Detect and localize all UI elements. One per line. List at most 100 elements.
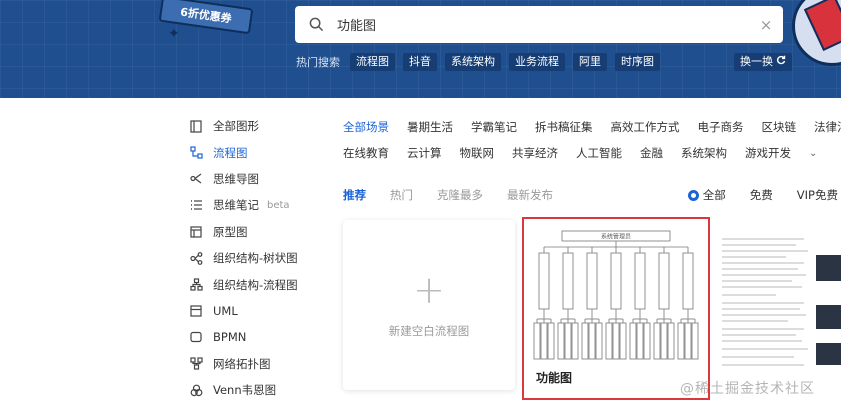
filter-bar: 推荐 热门 克隆最多 最新发布 全部 免费 VIP免费	[343, 185, 838, 205]
sidebar-item-notes[interactable]: 思维笔记 beta	[188, 192, 318, 218]
flowchart-icon	[188, 145, 204, 161]
mindmap-icon	[188, 171, 204, 187]
hot-chip[interactable]: 流程图	[350, 53, 395, 71]
category-tag[interactable]: 区块链	[762, 119, 797, 135]
thumbnail-shape	[634, 252, 646, 310]
hot-chip[interactable]: 系统架构	[445, 53, 501, 71]
thumbnail-shape	[581, 322, 589, 360]
category-tag[interactable]: 暑期生活	[407, 119, 453, 135]
sort-recommend[interactable]: 推荐	[343, 187, 366, 203]
hot-search-label: 热门搜索	[296, 56, 340, 69]
category-tag[interactable]: 共享经济	[512, 145, 558, 161]
sidebar-item-label: 思维导图	[213, 171, 259, 186]
sidebar-item-bpmn[interactable]: BPMN	[188, 324, 318, 350]
sort-latest[interactable]: 最新发布	[507, 187, 553, 203]
thumbnail-shape	[564, 322, 572, 360]
search-bar[interactable]: ×	[295, 6, 783, 43]
sidebar-item-label: 全部图形	[213, 119, 259, 134]
sidebar-item-org-flow[interactable]: 组织结构-流程图	[188, 271, 318, 297]
thumbnail-shape	[619, 322, 627, 360]
scene-categories: 全部场景 暑期生活 学霸笔记 拆书稿征集 高效工作方式 电子商务 区块链 法律法…	[343, 114, 841, 166]
category-tag[interactable]: 云计算	[407, 145, 442, 161]
template-card-document[interactable]	[716, 217, 841, 401]
list-icon	[188, 197, 204, 213]
template-card-function-diagram[interactable]: 系统管理员 功能图	[522, 217, 710, 400]
category-row: 全部场景 暑期生活 学霸笔记 拆书稿征集 高效工作方式 电子商务 区块链 法律法…	[343, 114, 841, 140]
search-input[interactable]	[337, 17, 749, 32]
radio-selected-icon	[687, 189, 699, 201]
function-diagram-thumbnail: 系统管理员	[533, 230, 699, 360]
category-tag[interactable]: 学霸笔记	[471, 119, 517, 135]
watermark-text: @稀土掘金技术社区	[680, 381, 815, 397]
doc-icon	[188, 118, 204, 134]
sidebar-item-mindmap[interactable]: 思维导图	[188, 166, 318, 192]
price-free-option[interactable]: 免费	[750, 187, 773, 203]
thumbnail-shape	[540, 322, 548, 360]
category-tag[interactable]: 在线教育	[343, 145, 389, 161]
sidebar-item-prototype[interactable]: 原型图	[188, 219, 318, 245]
thumbnail-shape	[586, 252, 598, 310]
sort-most-cloned[interactable]: 克隆最多	[437, 187, 483, 203]
sidebar-item-label: 组织结构-树状图	[213, 251, 298, 266]
category-tag[interactable]: 物联网	[460, 145, 495, 161]
clear-icon[interactable]: ×	[749, 16, 783, 34]
sort-hot[interactable]: 热门	[390, 187, 413, 203]
thumbnail-shape	[653, 322, 661, 360]
sidebar-item-label: Venn韦恩图	[213, 383, 277, 398]
thumbnail-shape	[643, 322, 651, 360]
sidebar-item-org-tree[interactable]: 组织结构-树状图	[188, 245, 318, 271]
thumbnail-shape	[612, 322, 620, 360]
hot-chip[interactable]: 时序图	[615, 53, 660, 71]
thumbnail-shape	[677, 322, 685, 360]
category-tag[interactable]: 游戏开发	[745, 145, 791, 161]
sidebar-item-label: 原型图	[213, 224, 248, 239]
category-tag[interactable]: 系统架构	[681, 145, 727, 161]
root-node-label: 系统管理员	[601, 233, 631, 241]
swap-label: 换一换	[740, 55, 773, 68]
thumbnail-shape	[658, 252, 670, 310]
sidebar-item-all[interactable]: 全部图形	[188, 113, 318, 139]
category-tag[interactable]: 法律法务	[814, 119, 841, 135]
hot-chip[interactable]: 抖音	[403, 53, 437, 71]
template-type-sidebar: 全部图形 流程图 思维导图 思维笔记 beta 原型图 组织结构-树状图 组织结…	[188, 113, 318, 401]
thumbnail-shape	[636, 322, 644, 360]
chevron-down-icon[interactable]: ⌄	[809, 148, 817, 159]
sidebar-item-network[interactable]: 网络拓扑图	[188, 351, 318, 377]
template-card-title: 功能图	[536, 371, 573, 385]
thumbnail-shape	[610, 252, 622, 310]
hot-chip[interactable]: 阿里	[573, 53, 607, 71]
plus-icon: +	[413, 268, 445, 312]
sidebar-item-label: BPMN	[213, 330, 247, 345]
category-row: 在线教育 云计算 物联网 共享经济 人工智能 金融 系统架构 游戏开发 ⌄	[343, 140, 838, 166]
search-icon	[295, 17, 337, 32]
category-tag[interactable]: 金融	[640, 145, 663, 161]
header-banner: 6折优惠券 ✦ × 热门搜索 流程图 抖音 系统架构 业务流程 阿里 时序图 换…	[0, 0, 841, 98]
thumbnail-shape	[562, 252, 574, 310]
prototype-icon	[188, 224, 204, 240]
org-flow-icon	[188, 277, 204, 293]
sidebar-item-uml[interactable]: UML	[188, 298, 318, 324]
refresh-icon	[776, 55, 786, 69]
category-tag[interactable]: 拆书稿征集	[535, 119, 593, 135]
network-icon	[188, 356, 204, 372]
thumbnail-shape	[682, 252, 694, 310]
price-vip-option[interactable]: VIP免费	[797, 187, 838, 203]
thumbnail-shape	[629, 322, 637, 360]
category-tag[interactable]: 人工智能	[576, 145, 622, 161]
sidebar-item-label: 思维笔记	[213, 198, 259, 213]
sidebar-item-flowchart[interactable]: 流程图	[188, 139, 318, 165]
category-tag[interactable]: 电子商务	[698, 119, 744, 135]
document-thumbnail	[716, 217, 841, 401]
new-blank-flowchart-card[interactable]: + 新建空白流程图	[343, 220, 515, 390]
beta-badge: beta	[267, 199, 290, 211]
category-tag[interactable]: 高效工作方式	[611, 119, 680, 135]
category-tag[interactable]: 全部场景	[343, 119, 389, 135]
swap-button[interactable]: 换一换	[734, 53, 792, 71]
sidebar-item-venn[interactable]: Venn韦恩图	[188, 377, 318, 401]
thumbnail-shape	[605, 322, 613, 360]
thumbnail-shape	[660, 322, 668, 360]
sidebar-item-label: UML	[213, 303, 238, 318]
thumbnail-shape	[533, 322, 541, 360]
hot-chip[interactable]: 业务流程	[509, 53, 565, 71]
price-all-radio[interactable]: 全部	[687, 187, 726, 203]
